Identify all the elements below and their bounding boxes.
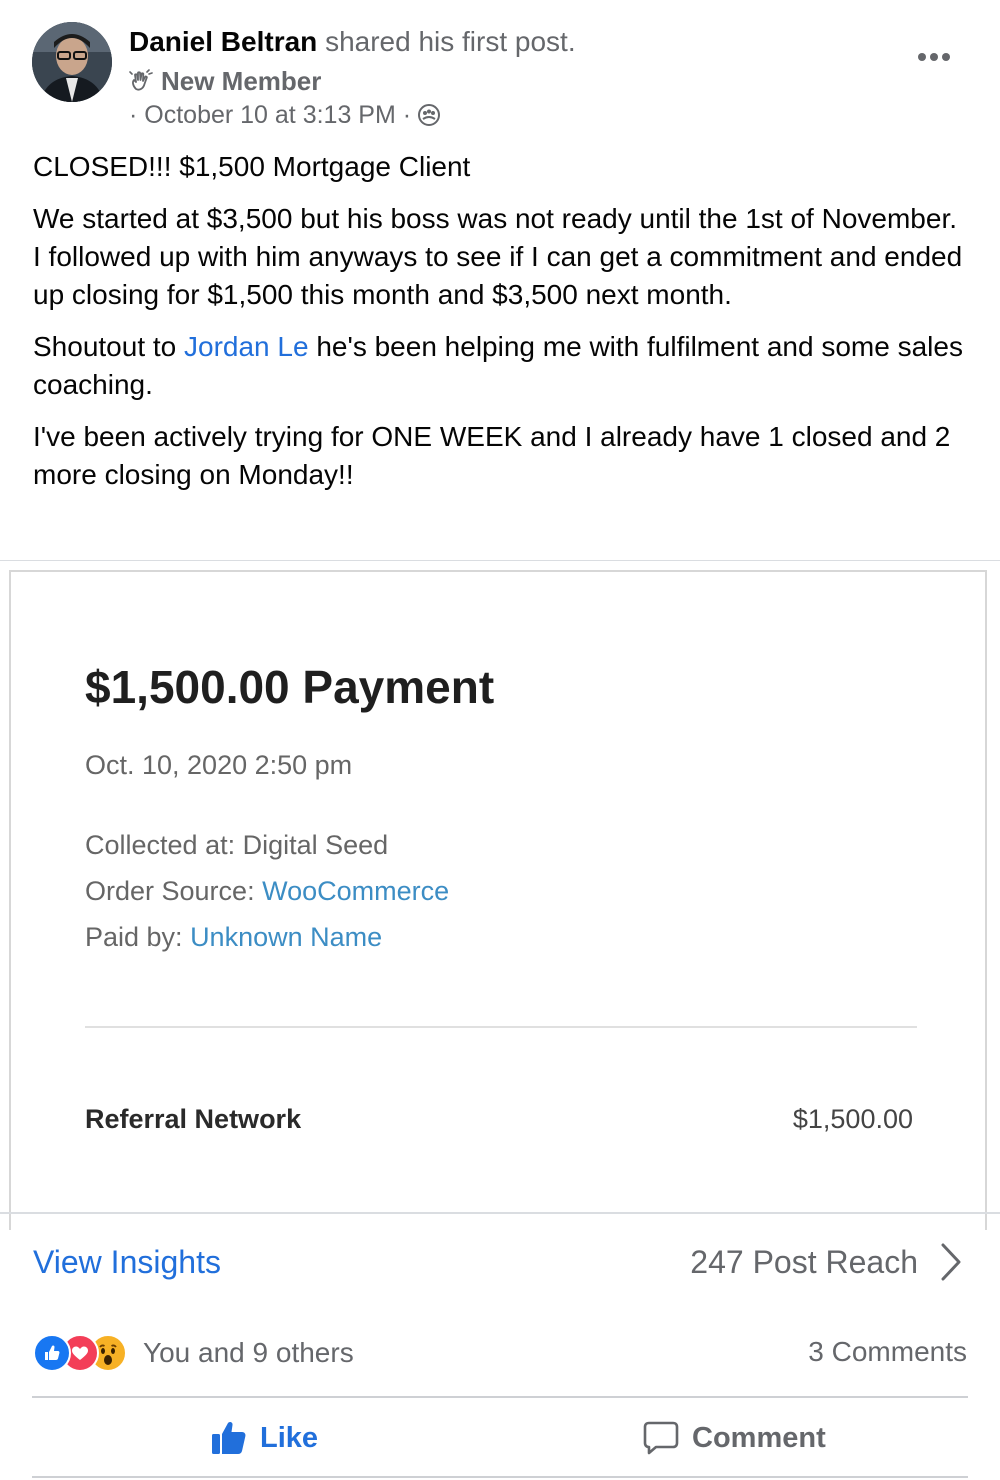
like-reaction-icon (33, 1334, 71, 1372)
wave-hand-icon (129, 69, 153, 91)
paid-by-row: Paid by: Unknown Name (85, 922, 382, 953)
comment-button[interactable]: Comment (642, 1414, 826, 1462)
post-paragraph-2: Shoutout to Jordan Le he's been helping … (33, 328, 968, 404)
avatar[interactable] (32, 22, 112, 102)
divider (0, 1212, 1000, 1214)
author-line: Daniel Beltran shared his first post. (129, 24, 576, 60)
collected-label: Collected at: (85, 830, 243, 860)
payment-title: $1,500.00 Payment (85, 661, 495, 713)
mention-link[interactable]: Jordan Le (184, 331, 309, 362)
post-reach-button[interactable]: 247 Post Reach (690, 1240, 962, 1284)
comment-label: Comment (692, 1421, 826, 1454)
badge-label: New Member (161, 66, 322, 96)
divider (32, 1476, 968, 1478)
payment-screenshot[interactable]: $1,500.00 Payment Oct. 10, 2020 2:50 pm … (9, 570, 987, 1230)
paid-label: Paid by: (85, 922, 191, 952)
collected-at-row: Collected at: Digital Seed (85, 830, 388, 861)
payment-date: Oct. 10, 2020 2:50 pm (85, 750, 353, 780)
post-body: CLOSED!!! $1,500 Mortgage Client We star… (33, 148, 968, 508)
more-icon (918, 53, 950, 61)
post-paragraph-1: We started at $3,500 but his boss was no… (33, 203, 963, 310)
payment-divider (85, 1026, 917, 1028)
post-reach-text: 247 Post Reach (690, 1244, 918, 1280)
line-item-label: Referral Network (85, 1104, 302, 1134)
reactions-summary[interactable]: You and 9 others (33, 1334, 354, 1372)
source-value: WooCommerce (262, 876, 450, 906)
group-icon (418, 104, 441, 126)
like-icon (212, 1421, 246, 1454)
post-timestamp[interactable]: · October 10 at 3:13 PM · (129, 98, 441, 132)
view-insights-link[interactable]: View Insights (33, 1240, 221, 1284)
chevron-right-icon (941, 1243, 961, 1281)
more-options-button[interactable] (912, 40, 956, 74)
author-action: shared his first post. (325, 26, 576, 57)
order-source-row: Order Source: WooCommerce (85, 876, 449, 907)
paragraph-2-start: Shoutout to (33, 331, 185, 362)
collected-value: Digital Seed (242, 830, 389, 860)
paid-value: Unknown Name (190, 922, 383, 952)
reactions-text: You and 9 others (143, 1337, 354, 1368)
comments-count[interactable]: 3 Comments (808, 1336, 967, 1368)
member-badge: New Member (129, 64, 321, 98)
timestamp-text: · October 10 at 3:13 PM · (129, 101, 412, 129)
comment-icon (643, 1421, 679, 1455)
line-item-amount: $1,500.00 (792, 1104, 913, 1134)
source-label: Order Source: (85, 876, 263, 906)
post-title: CLOSED!!! $1,500 Mortgage Client (33, 151, 471, 182)
author-name[interactable]: Daniel Beltran (129, 26, 317, 57)
like-button[interactable]: Like (210, 1414, 318, 1462)
divider (32, 1396, 968, 1398)
like-label: Like (260, 1421, 319, 1454)
post-header: Daniel Beltran shared his first post. Ne… (0, 0, 1000, 140)
divider (0, 560, 1000, 561)
post-paragraph-3: I've been actively trying for ONE WEEK a… (33, 421, 951, 490)
